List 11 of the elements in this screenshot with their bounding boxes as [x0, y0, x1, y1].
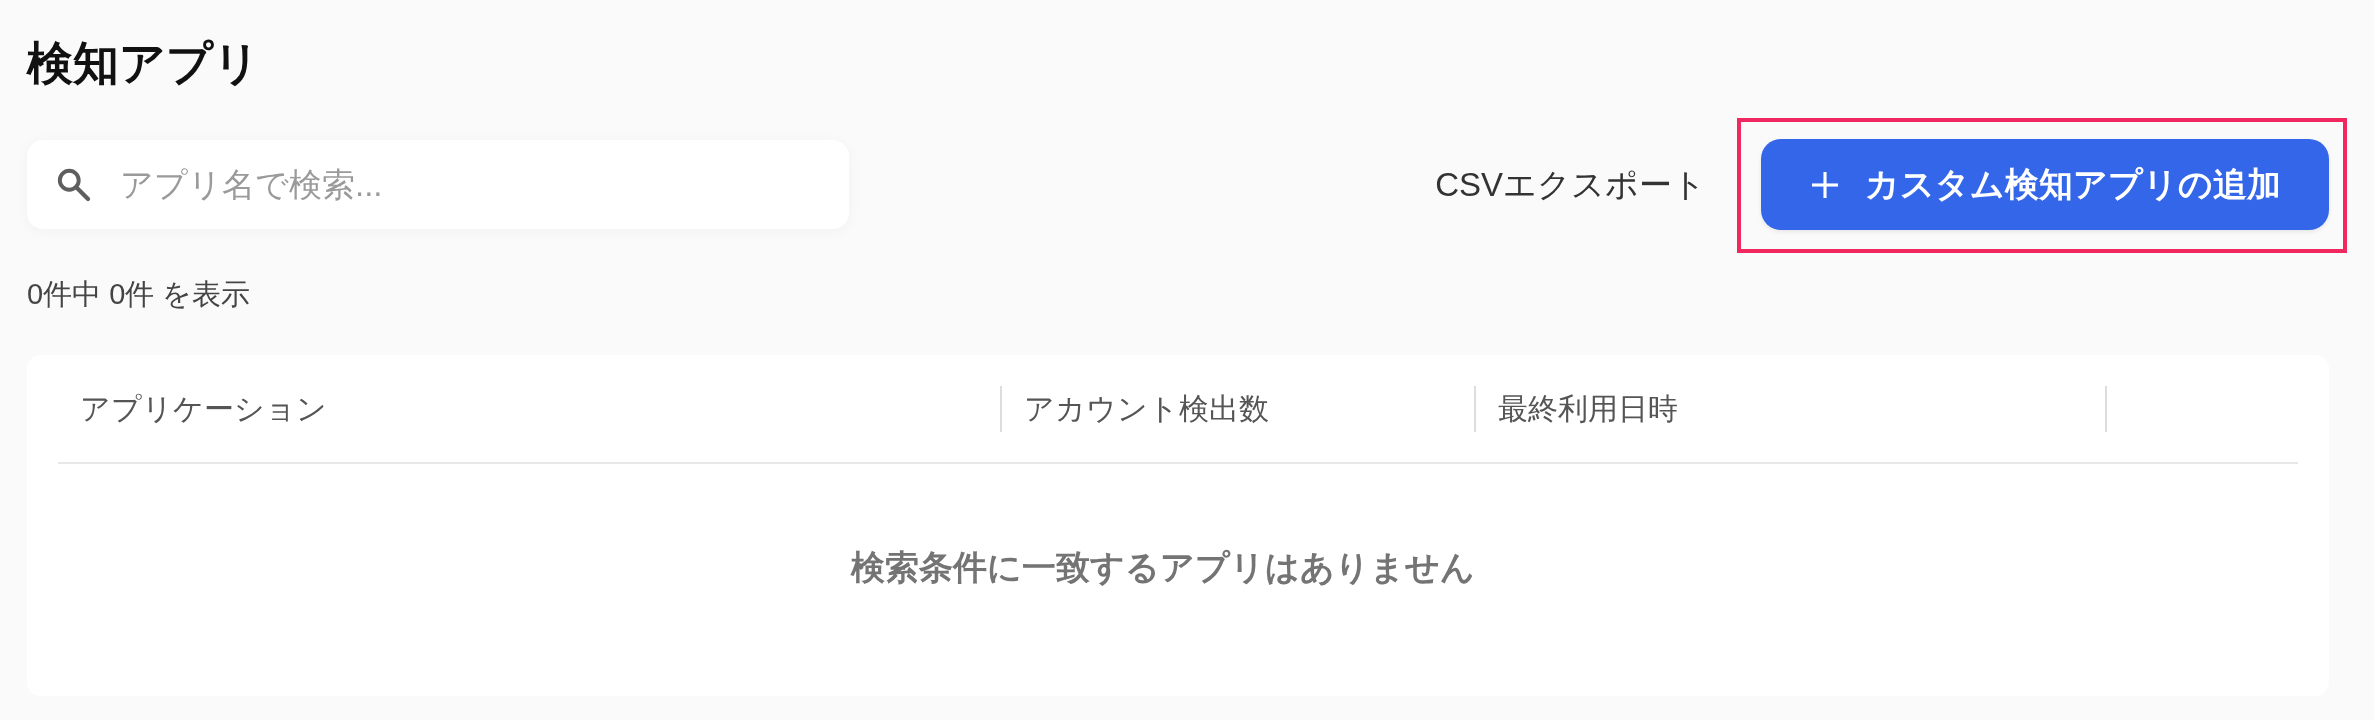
search-icon — [55, 166, 91, 202]
column-header: アプリケーション — [80, 390, 327, 427]
column-header: 最終利用日時 — [1498, 390, 1678, 427]
search-field[interactable]: アプリ名で検索... — [27, 140, 849, 229]
column-header: アカウント検出数 — [1024, 390, 1269, 427]
csv-export-button[interactable]: CSVエクスポート — [1435, 162, 1706, 207]
plus-icon — [1812, 171, 1838, 198]
page-title: 検知アプリ — [27, 36, 260, 90]
result-count: 0件中 0件 を表示 — [27, 277, 251, 311]
empty-message: 検索条件に一致するアプリはありません — [851, 547, 1475, 588]
add-custom-app-button[interactable]: カスタム検知アプリの追加 — [1761, 139, 2329, 230]
